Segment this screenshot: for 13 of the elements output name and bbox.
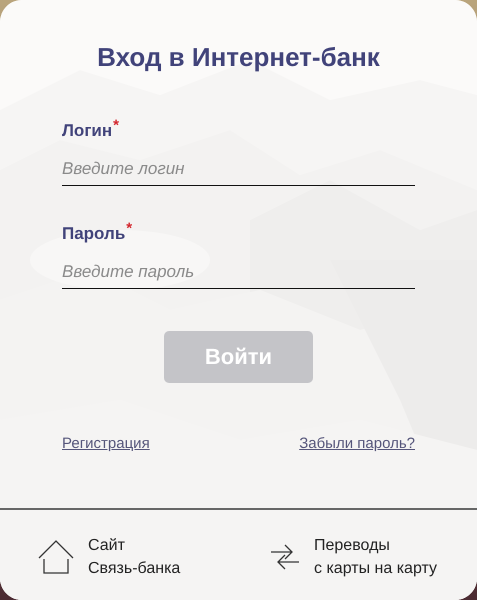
required-mark: * [126,220,132,237]
home-icon [38,540,74,574]
footer-link[interactable]: Сайт Связь-банка [88,534,180,580]
input-field[interactable]: Введите логин [62,153,415,186]
transfer-arrows-icon [270,543,300,571]
page-title: Вход в Интернет-банк [96,42,381,73]
field-label: Логин [62,121,112,141]
footer-link[interactable]: Переводы с карты на карту [314,534,437,580]
link[interactable]: Забыли пароль? [299,435,415,452]
input-field[interactable]: Введите пароль [62,256,415,289]
required-mark: * [113,117,119,134]
link[interactable]: Регистрация [62,435,150,452]
field-label: Пароль [62,224,126,244]
